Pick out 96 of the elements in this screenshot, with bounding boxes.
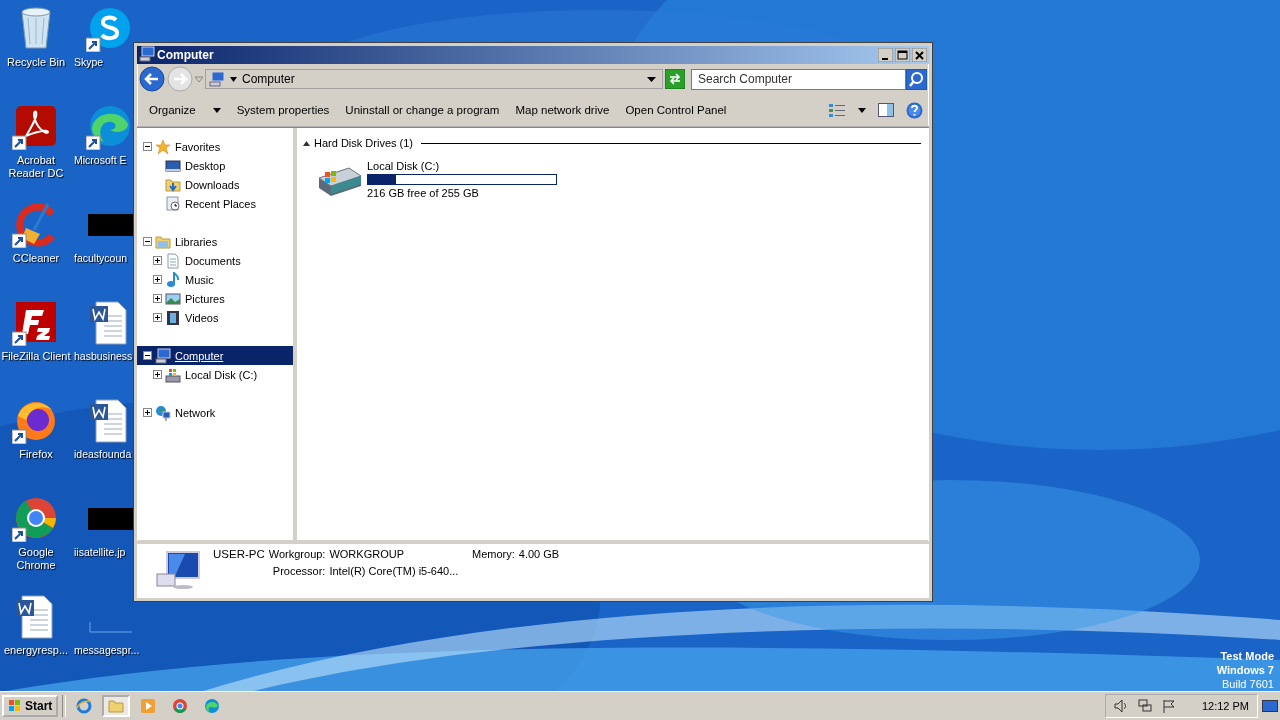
toolbar-button[interactable]: Uninstall or change a program bbox=[339, 100, 506, 120]
desktop-icon-label[interactable]: CCleaner bbox=[12, 252, 60, 265]
tree-item[interactable]: Documents bbox=[185, 254, 241, 267]
toolbar-button[interactable]: Open Control Panel bbox=[619, 100, 733, 120]
desktop-icon-label[interactable]: Acrobat Reader DC bbox=[0, 154, 72, 180]
computer-name: USER-PC bbox=[213, 548, 265, 560]
computer-icon bbox=[155, 347, 171, 364]
desktop-icon-label[interactable]: energyresp... bbox=[3, 644, 69, 657]
desktop-icon-label[interactable]: FileZilla Client bbox=[1, 350, 71, 363]
flag-icon[interactable] bbox=[1161, 699, 1176, 713]
music-note-icon bbox=[165, 271, 181, 288]
search-field[interactable]: Search Computer bbox=[691, 68, 906, 90]
network-icon bbox=[155, 404, 171, 421]
close-button[interactable] bbox=[912, 48, 927, 62]
tree-item[interactable]: Music bbox=[185, 273, 214, 286]
computer-icon bbox=[209, 71, 225, 87]
refresh-button[interactable] bbox=[665, 69, 685, 89]
detail-label: Workgroup: bbox=[268, 548, 326, 560]
caret-icon bbox=[647, 76, 656, 82]
desktop-icon-label[interactable]: Microsoft E bbox=[74, 154, 127, 167]
expand-icon[interactable] bbox=[153, 256, 162, 265]
tree-item[interactable]: Videos bbox=[185, 311, 219, 324]
caret-icon[interactable] bbox=[858, 107, 866, 113]
film-strip-icon bbox=[165, 309, 181, 326]
edge-app-icon bbox=[204, 698, 221, 714]
desktop-icon-label[interactable]: hasbusiness bbox=[74, 350, 133, 363]
collapse-icon[interactable] bbox=[143, 142, 152, 151]
collapse-icon[interactable] bbox=[143, 351, 152, 360]
tree-item[interactable]: Libraries bbox=[175, 235, 218, 248]
caret-icon bbox=[212, 107, 221, 113]
detail-value: 4.00 GB bbox=[518, 548, 560, 560]
tree-item[interactable]: Desktop bbox=[185, 159, 226, 172]
system-notice-text: Windows 7 bbox=[1216, 663, 1274, 677]
system-notice-text: Test Mode bbox=[1219, 649, 1274, 663]
tree-item[interactable]: Favorites bbox=[175, 140, 221, 153]
detail-value: Intel(R) Core(TM) i5-640... bbox=[329, 565, 460, 577]
desktop-icon-label[interactable]: Google Chrome bbox=[0, 546, 72, 572]
desktop-icon-label[interactable]: messagespr... bbox=[74, 644, 140, 657]
search-button[interactable] bbox=[906, 68, 927, 90]
tree-item[interactable]: Network bbox=[175, 406, 216, 419]
clock[interactable]: 12:12 PM bbox=[1201, 700, 1249, 712]
desktop-icon-label[interactable]: Firefox bbox=[19, 448, 53, 461]
tree-item[interactable]: Downloads bbox=[185, 178, 240, 191]
minimize-button[interactable] bbox=[878, 48, 893, 62]
drive-space-text: 216 GB free of 255 GB bbox=[367, 187, 480, 199]
drive-icon bbox=[165, 366, 181, 383]
detail-label: Processor: bbox=[271, 565, 326, 577]
speaker-icon[interactable] bbox=[1113, 699, 1128, 713]
system-notice-text: Build 7601 bbox=[1221, 677, 1274, 691]
document-icon bbox=[165, 252, 181, 269]
expand-icon[interactable] bbox=[153, 294, 162, 303]
view-options-icon[interactable] bbox=[828, 102, 846, 118]
maximize-button[interactable] bbox=[895, 48, 910, 62]
caret-icon bbox=[230, 76, 237, 82]
expand-icon[interactable] bbox=[153, 275, 162, 284]
browser-icon bbox=[76, 698, 93, 714]
desktop-icon-label[interactable]: iisatellite.jp bbox=[74, 546, 126, 559]
picture-icon bbox=[165, 290, 181, 307]
folder-icon bbox=[108, 698, 125, 714]
expand-icon[interactable] bbox=[153, 370, 162, 379]
collapse-icon[interactable] bbox=[303, 140, 310, 146]
media-player-icon bbox=[140, 698, 157, 714]
preview-pane-icon[interactable] bbox=[878, 103, 894, 117]
tree-item[interactable]: Pictures bbox=[185, 292, 225, 305]
chrome-app-icon bbox=[172, 698, 189, 714]
back-button[interactable] bbox=[139, 66, 165, 92]
expand-icon[interactable] bbox=[143, 408, 152, 417]
toolbar-button[interactable]: Organize bbox=[143, 100, 227, 120]
start-button[interactable]: Start bbox=[2, 695, 59, 717]
help-icon[interactable] bbox=[906, 101, 923, 119]
expand-icon[interactable] bbox=[153, 313, 162, 322]
library-folder-icon bbox=[155, 233, 171, 250]
toolbar-button[interactable]: System properties bbox=[230, 100, 336, 120]
star-icon bbox=[155, 138, 171, 155]
computer-icon bbox=[155, 550, 203, 590]
detail-label: Memory: bbox=[472, 548, 515, 560]
network-icon[interactable] bbox=[1137, 699, 1152, 713]
desktop-icon-label[interactable]: Recycle Bin bbox=[6, 56, 66, 69]
tree-item[interactable]: Recent Places bbox=[185, 197, 256, 210]
toolbar-button[interactable]: Map network drive bbox=[509, 100, 616, 120]
drive-name[interactable]: Local Disk (C:) bbox=[367, 160, 557, 172]
detail-value: WORKGROUP bbox=[329, 548, 404, 560]
desktop-icon-label[interactable]: facultycoun bbox=[74, 252, 128, 265]
collapse-icon[interactable] bbox=[143, 237, 152, 246]
show-desktop-icon[interactable] bbox=[1262, 699, 1278, 713]
desktop-icon bbox=[165, 157, 181, 174]
computer-icon bbox=[139, 46, 155, 62]
desktop-icon-label[interactable]: Skype bbox=[74, 56, 104, 69]
address-bar[interactable]: Computer bbox=[205, 69, 663, 89]
recent-places-icon bbox=[165, 195, 181, 212]
windows-logo-icon bbox=[8, 699, 22, 713]
desktop-icon-label[interactable]: ideasfounda bbox=[74, 448, 132, 461]
group-header[interactable]: Hard Disk Drives (1) bbox=[314, 137, 413, 149]
download-folder-icon bbox=[165, 176, 181, 193]
window-title: Computer bbox=[157, 48, 215, 62]
tree-item[interactable]: Local Disk (C:) bbox=[185, 368, 258, 381]
